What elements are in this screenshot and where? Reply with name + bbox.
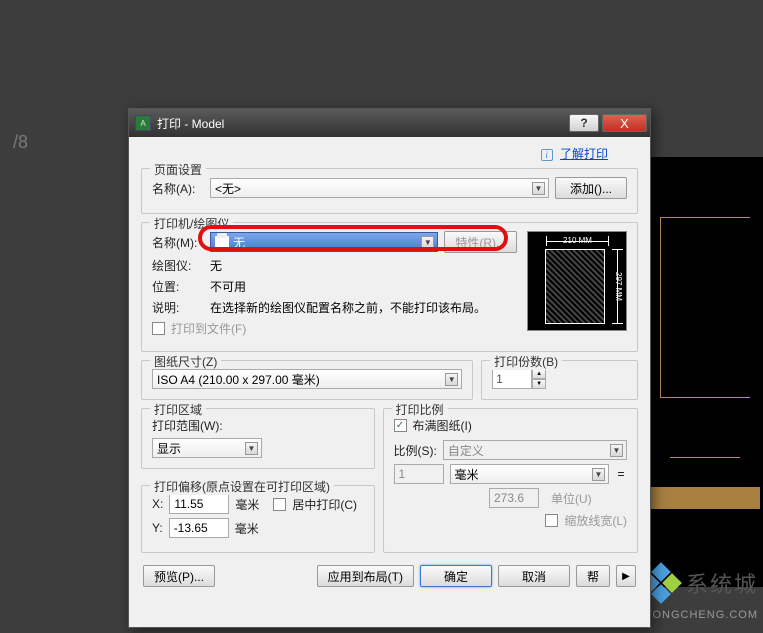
- offset-x-label: X:: [152, 497, 163, 511]
- fit-paper-checkbox[interactable]: ✓: [394, 419, 407, 432]
- preview-width-rule: 210 MM: [546, 236, 609, 246]
- desc-value: 在选择新的绘图仪配置名称之前，不能打印该布局。: [210, 299, 486, 316]
- paper-size-combo[interactable]: ISO A4 (210.00 x 297.00 毫米) ▼: [152, 369, 462, 389]
- printer-properties-button: 特性(R)...: [444, 231, 517, 253]
- help-button[interactable]: 帮: [576, 565, 610, 587]
- preview-button[interactable]: 预览(P)...: [143, 565, 215, 587]
- plotter-label: 绘图仪:: [152, 257, 204, 274]
- dialog-title: 打印 - Model: [157, 115, 569, 132]
- printer-icon: [215, 236, 229, 248]
- copies-group: 打印份数(B) ▲ ▼: [481, 360, 638, 400]
- ok-button[interactable]: 确定: [420, 565, 492, 587]
- scale-unit-value: 毫米: [455, 466, 479, 483]
- page-setup-add-button[interactable]: 添加()...: [555, 177, 627, 199]
- chevron-down-icon: ▼: [421, 236, 434, 249]
- cad-line: [660, 217, 750, 218]
- copies-legend: 打印份数(B): [490, 353, 562, 370]
- print-dialog: A 打印 - Model ? X i 了解打印 页面设置 名称(A): <无> …: [128, 108, 651, 628]
- preview-sheet-icon: [545, 249, 605, 324]
- offset-group: 打印偏移(原点设置在可打印区域) X: 毫米 居中打印(C) Y: 毫米: [141, 485, 375, 553]
- print-range-label: 打印范围(W):: [152, 417, 364, 434]
- scale-ratio-combo: 自定义 ▼: [443, 440, 627, 460]
- scale-lineweights-label: 缩放线宽(L): [564, 512, 627, 529]
- watermark-text: 系统城: [686, 567, 758, 599]
- scale-lineweights-checkbox: [545, 514, 558, 527]
- chevron-down-icon: ▼: [610, 444, 623, 457]
- printer-name-combo[interactable]: 无 ▼: [210, 232, 438, 252]
- learn-print-link[interactable]: 了解打印: [560, 147, 608, 161]
- page-setup-name-value: <无>: [215, 180, 241, 197]
- cad-line: [660, 217, 661, 397]
- print-to-file-checkbox: [152, 322, 165, 335]
- printer-name-value: 无: [233, 234, 245, 251]
- scale-ratio-label: 比例(S):: [394, 442, 437, 459]
- where-label: 位置:: [152, 278, 204, 295]
- page-setup-legend: 页面设置: [150, 161, 206, 178]
- titlebar-help-button[interactable]: ?: [569, 114, 599, 132]
- equals-icon: =: [615, 467, 627, 481]
- copies-input: [492, 369, 532, 389]
- desc-label: 说明:: [152, 299, 204, 316]
- scale-group: 打印比例 ✓ 布满图纸(I) 比例(S): 自定义 ▼ 毫米 ▼: [383, 408, 639, 553]
- offset-y-input[interactable]: [169, 518, 229, 538]
- scale-num-input: [394, 464, 444, 484]
- offset-x-input[interactable]: [169, 494, 229, 514]
- scale-legend: 打印比例: [392, 401, 448, 418]
- offset-y-unit: 毫米: [235, 520, 259, 537]
- offset-legend: 打印偏移(原点设置在可打印区域): [150, 478, 334, 495]
- chevron-down-icon: ▼: [592, 468, 605, 481]
- print-area-legend: 打印区域: [150, 401, 206, 418]
- chevron-down-icon: ▼: [532, 182, 545, 195]
- preview-height-rule: 297 MM: [612, 249, 623, 324]
- printer-group: 打印机/绘图仪 名称(M): 无 ▼ 特性(R)... 绘图仪: 无: [141, 222, 638, 352]
- titlebar-close-button[interactable]: X: [602, 114, 647, 132]
- print-to-file-label: 打印到文件(F): [171, 320, 246, 337]
- cad-canvas: [650, 157, 763, 587]
- printer-legend: 打印机/绘图仪: [150, 215, 233, 232]
- cad-line: [660, 397, 750, 398]
- info-icon: i: [541, 149, 553, 161]
- chevron-down-icon: ▼: [245, 442, 258, 455]
- printer-name-label: 名称(M):: [152, 234, 204, 251]
- scale-unit-combo[interactable]: 毫米 ▼: [450, 464, 610, 484]
- watermark-url: XITONGCHENG.COM: [633, 609, 758, 621]
- scale-denom-input: [489, 488, 539, 508]
- print-area-group: 打印区域 打印范围(W): 显示 ▼: [141, 408, 375, 469]
- chevron-down-icon: ▼: [445, 373, 458, 386]
- spinner-down-icon: ▼: [532, 379, 546, 389]
- scale-denom-unit: 单位(U): [545, 490, 627, 507]
- page-setup-group: 页面设置 名称(A): <无> ▼ 添加()...: [141, 168, 638, 214]
- offset-x-unit: 毫米: [235, 496, 259, 513]
- cad-line: [650, 487, 760, 509]
- cancel-button[interactable]: 取消: [498, 565, 570, 587]
- plotter-value: 无: [210, 257, 222, 274]
- paper-size-value: ISO A4 (210.00 x 297.00 毫米): [157, 371, 320, 388]
- page-setup-name-label: 名称(A):: [152, 180, 204, 197]
- paper-size-legend: 图纸尺寸(Z): [150, 353, 221, 370]
- print-range-value: 显示: [157, 440, 181, 457]
- app-icon: A: [135, 115, 151, 131]
- spinner-up-icon: ▲: [532, 369, 546, 379]
- where-value: 不可用: [210, 278, 246, 295]
- offset-y-label: Y:: [152, 521, 163, 535]
- titlebar[interactable]: A 打印 - Model ? X: [129, 109, 650, 137]
- apply-layout-button[interactable]: 应用到布局(T): [317, 565, 414, 587]
- watermark: 系统城: [641, 563, 758, 603]
- bg-slash8: /8: [13, 132, 28, 153]
- center-print-checkbox[interactable]: [273, 498, 286, 511]
- paper-preview: 210 MM 297 MM: [527, 231, 627, 331]
- copies-spinner: ▲ ▼: [492, 369, 627, 389]
- page-setup-name-combo[interactable]: <无> ▼: [210, 178, 549, 198]
- center-print-label: 居中打印(C): [292, 496, 357, 513]
- print-range-combo[interactable]: 显示 ▼: [152, 438, 262, 458]
- fit-paper-label: 布满图纸(I): [413, 417, 472, 434]
- scale-ratio-value: 自定义: [448, 442, 484, 459]
- cad-line: [670, 457, 740, 458]
- expand-button[interactable]: ▶: [616, 565, 636, 587]
- paper-size-group: 图纸尺寸(Z) ISO A4 (210.00 x 297.00 毫米) ▼: [141, 360, 473, 400]
